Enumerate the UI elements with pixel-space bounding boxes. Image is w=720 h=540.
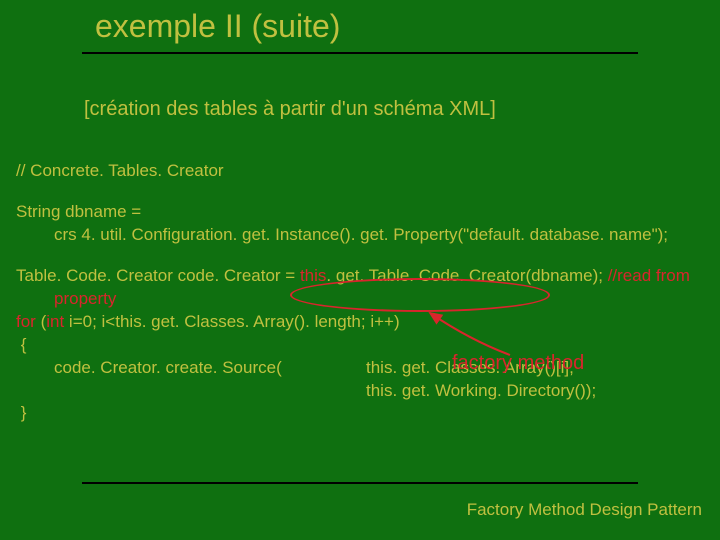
code-line: for (int i=0; i<this. get. Classes. Arra…: [16, 311, 706, 334]
code-line: this. get. Working. Directory());: [16, 380, 706, 403]
code-line: crs 4. util. Configuration. get. Instanc…: [16, 224, 706, 247]
title-rule: [82, 52, 638, 54]
highlight-ellipse: [290, 278, 550, 312]
code-line: }: [16, 402, 706, 425]
code-line: code. Creator. create. Source( this. get…: [16, 357, 706, 380]
code-comment: // Concrete. Tables. Creator: [16, 160, 706, 183]
footer-rule: [82, 482, 638, 484]
code-line: String dbname =: [16, 201, 706, 224]
slide-subtitle: [création des tables à partir d'un schém…: [84, 98, 496, 121]
annotation-label: factory method: [452, 352, 584, 375]
slide-title: exemple II (suite): [95, 8, 340, 45]
footer-text: Factory Method Design Pattern: [467, 500, 702, 520]
code-line: {: [16, 334, 706, 357]
